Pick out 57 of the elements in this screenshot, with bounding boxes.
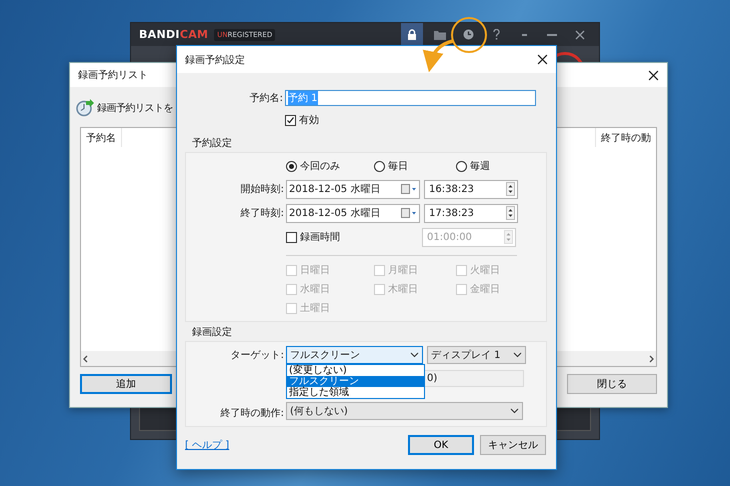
calendar-dropdown-icon[interactable]	[401, 208, 417, 218]
help-link[interactable]: [ ヘルプ ]	[185, 438, 230, 452]
field-label: 開始時刻:	[240, 182, 285, 196]
radio-button[interactable]	[286, 160, 297, 172]
clock-icon[interactable]	[462, 29, 474, 40]
time-field[interactable]: 17:38:23	[424, 204, 518, 222]
field-label: 予約名:	[248, 92, 284, 105]
app-logo: BANDICAM	[139, 28, 208, 41]
display-dropdown[interactable]: ディスプレイ 1	[427, 346, 526, 364]
dropdown-option[interactable]: フルスクリーン	[287, 376, 424, 387]
add-button[interactable]: 追加	[80, 374, 172, 394]
region-field: 0)	[424, 370, 524, 387]
checkbox-label: 土曜日	[300, 302, 330, 315]
date-picker[interactable]: 2018-12-05 水曜日	[286, 180, 420, 198]
column-header: 予約名	[81, 128, 122, 147]
caret-icon	[510, 408, 519, 414]
close-icon[interactable]	[537, 54, 548, 65]
checkbox-label: 日曜日	[300, 264, 330, 277]
calendar-dropdown-icon[interactable]	[401, 184, 417, 194]
help-icon[interactable]	[492, 29, 500, 40]
group-title: 予約設定	[191, 136, 232, 151]
cancel-button[interactable]: キャンセル	[480, 435, 546, 455]
field-label: 終了時刻:	[240, 206, 285, 220]
column-header: 終了時の動	[595, 128, 656, 147]
window-title: 録画予約リスト	[78, 69, 149, 82]
checkbox-label: 月曜日	[388, 264, 418, 277]
heading-text: 録画予約リストを	[97, 102, 173, 115]
folder-icon[interactable]	[434, 30, 446, 40]
close-icon[interactable]	[648, 70, 659, 80]
highlight-circle	[451, 17, 487, 53]
checkbox-label: 木曜日	[388, 282, 418, 296]
ok-button[interactable]: OK	[408, 435, 474, 455]
lock-icon[interactable]	[407, 29, 417, 40]
checkbox-label: 水曜日	[300, 282, 330, 296]
date-picker[interactable]: 2018-12-05 水曜日	[286, 204, 420, 222]
radio-label: 毎日	[388, 160, 408, 173]
radio-label: 今回のみ	[300, 160, 340, 173]
radio-label: 毎週	[470, 160, 490, 173]
time-field[interactable]: 16:38:23	[424, 180, 518, 198]
checkbox-label: 火曜日	[470, 264, 500, 277]
caret-icon	[410, 352, 419, 358]
checkbox-label: 録画時間	[300, 230, 340, 244]
field-label: 終了時の動作:	[220, 406, 285, 420]
checkbox-label: 有効	[299, 114, 319, 127]
close-button[interactable]: 閉じる	[567, 374, 657, 394]
checkbox-label: 金曜日	[470, 283, 500, 296]
radio-button[interactable]	[374, 160, 385, 172]
caret-icon	[513, 352, 522, 358]
checkbox[interactable]	[285, 114, 296, 126]
field-label: ターゲット:	[230, 349, 285, 362]
group-title: 録画設定	[191, 326, 232, 340]
window-title: 録画予約設定	[185, 54, 246, 66]
spinner-arrows-icon[interactable]	[506, 182, 515, 196]
spinner-arrows-icon[interactable]	[506, 206, 515, 220]
curved-arrow	[423, 39, 454, 72]
radio-button[interactable]	[456, 160, 467, 172]
minimize-icon[interactable]	[547, 34, 557, 36]
